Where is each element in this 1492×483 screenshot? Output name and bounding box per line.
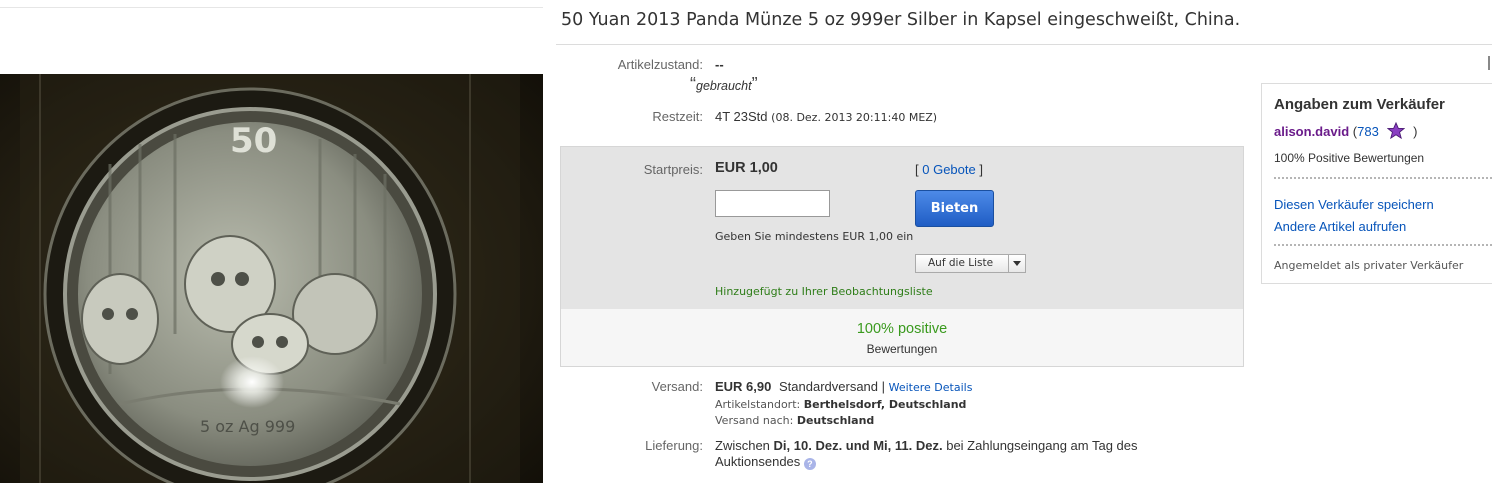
feedback-label: Bewertungen: [866, 342, 938, 356]
bid-count-close: ]: [975, 162, 983, 177]
shipping-cost: EUR 6,90: [715, 379, 772, 394]
coin-denomination: 50: [230, 121, 277, 161]
ships-to-row: Versand nach: Deutschland: [715, 414, 874, 427]
condition-note-text: gebraucht: [696, 79, 752, 93]
item-location-label: Artikelstandort:: [715, 398, 801, 411]
delivery-line2: Auktionsendes: [715, 454, 801, 469]
seller-name-link[interactable]: alison.david: [1274, 124, 1349, 139]
start-price-label: Startpreis:: [643, 162, 703, 177]
product-photo[interactable]: 50 5 oz Ag 999: [0, 74, 543, 483]
scroll-edge-marker: [1488, 56, 1490, 70]
title-divider: [556, 44, 1492, 45]
time-left-row: 4T 23Std (08. Dez. 2013 20:11:40 MEZ): [715, 109, 937, 124]
bid-button[interactable]: Bieten: [915, 190, 994, 227]
time-left-label: Restzeit:: [652, 109, 703, 124]
item-location-row: Artikelstandort: Berthelsdorf, Deutschla…: [715, 398, 966, 411]
start-price: EUR 1,00: [715, 160, 778, 176]
delivery-range: Di, 10. Dez. und Mi, 11. Dez.: [773, 438, 943, 453]
delivery-label: Lieferung:: [645, 438, 703, 453]
bid-count-link[interactable]: 0 Gebote: [922, 162, 976, 177]
auction-end-date: (08. Dez. 2013 20:11:40 MEZ): [771, 111, 938, 124]
condition-note: “gebraucht”: [690, 74, 758, 95]
watchlist-select-label: Auf die Liste: [928, 257, 994, 269]
seller-heading: Angaben zum Verkäufer: [1274, 96, 1445, 113]
seller-type: Angemeldet als privater Verkäufer: [1274, 259, 1464, 272]
image-top-space: [0, 8, 543, 74]
shipping-method: Standardversand |: [779, 379, 885, 394]
seller-panel: [1261, 83, 1492, 284]
ships-to-label: Versand nach:: [715, 414, 794, 427]
time-left-value: 4T 23Std: [715, 109, 768, 124]
product-image-frame: 50 5 oz Ag 999: [0, 7, 543, 483]
delivery-suffix: bei Zahlungseingang am Tag des: [946, 438, 1138, 453]
feedback-panel: [560, 309, 1244, 367]
other-items-link[interactable]: Andere Artikel aufrufen: [1274, 219, 1406, 234]
condition-label: Artikelzustand:: [617, 57, 703, 72]
bid-hint: Geben Sie mindestens EUR 1,00 ein: [715, 230, 914, 243]
seller-positive: 100% Positive Bewertungen: [1274, 151, 1425, 165]
watchlist-added-message: Hinzugefügt zu Ihrer Beobachtungsliste: [715, 285, 933, 298]
listing-title: 50 Yuan 2013 Panda Münze 5 oz 999er Silb…: [561, 10, 1241, 30]
feedback-percent: 100% positive: [856, 321, 948, 337]
seller-score-link[interactable]: 783: [1357, 124, 1379, 139]
condition-value: --: [715, 57, 724, 72]
save-seller-link[interactable]: Diesen Verkäufer speichern: [1274, 197, 1434, 212]
watchlist-select[interactable]: Auf die Liste: [915, 254, 1026, 273]
ships-to: Deutschland: [796, 414, 875, 427]
quote-close: ”: [751, 74, 758, 94]
shipping-details-link[interactable]: Weitere Details: [889, 381, 973, 394]
seller-score-close: ): [1413, 124, 1418, 139]
delivery-row-2: Auktionsendes ?: [715, 454, 816, 470]
bid-amount-input[interactable]: [715, 190, 830, 217]
chevron-down-icon: [1013, 261, 1021, 266]
delivery-prefix: Zwischen: [715, 438, 770, 453]
seller-name-row: alison.david (783 ): [1274, 121, 1418, 140]
help-icon[interactable]: ?: [803, 458, 816, 470]
seller-divider-1: [1274, 177, 1492, 179]
coin-inscription: 5 oz Ag 999: [200, 417, 295, 436]
shipping-label: Versand:: [651, 379, 703, 394]
shipping-row: EUR 6,90 Standardversand | Weitere Detai…: [715, 379, 972, 394]
item-location: Berthelsdorf, Deutschland: [803, 398, 967, 411]
delivery-row: Zwischen Di, 10. Dez. und Mi, 11. Dez. b…: [715, 438, 1138, 453]
purple-star-icon: [1387, 121, 1406, 140]
seller-divider-2: [1274, 244, 1492, 246]
watchlist-dropdown-toggle[interactable]: [1008, 255, 1025, 272]
bid-count: [ 0 Gebote ]: [915, 162, 983, 177]
